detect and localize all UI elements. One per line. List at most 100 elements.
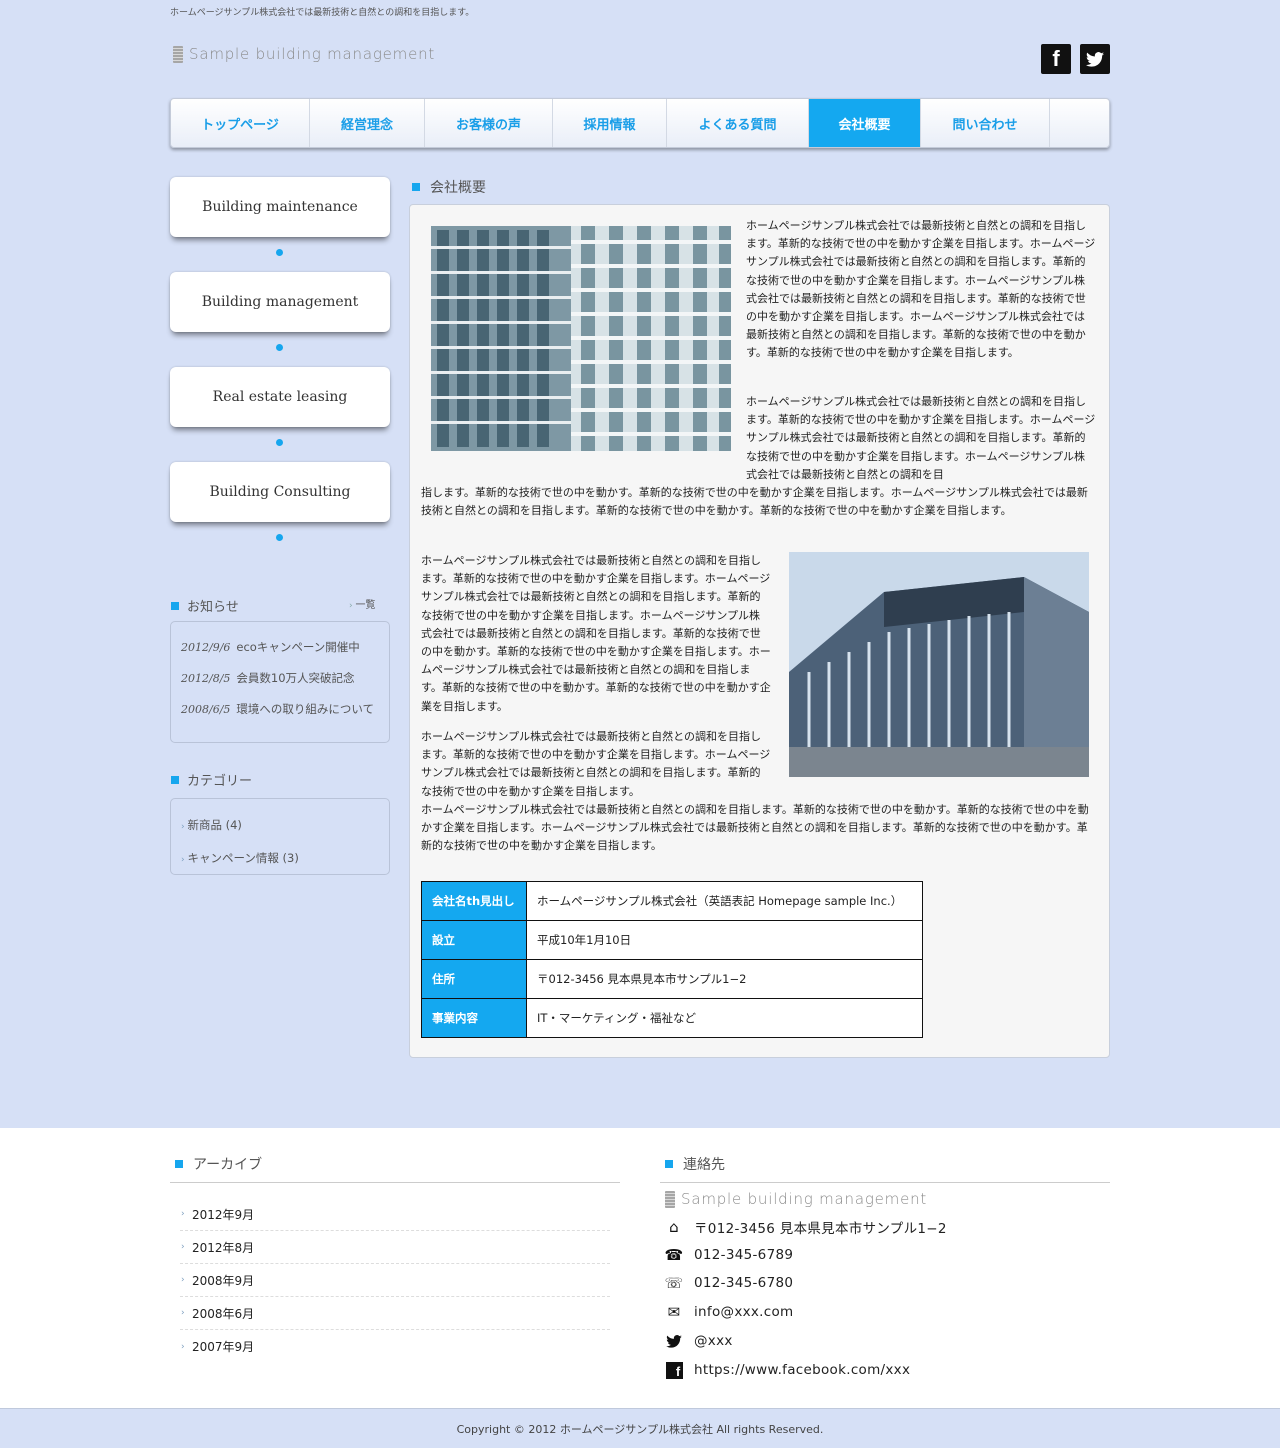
contact-tel: ☎ 012-345-6789 [664,1246,793,1264]
paragraph-4-full: ホームページサンプル株式会社では最新技術と自然との調和を目指します。革新的な技術… [421,803,1089,853]
site-tagline: ホームページサンプル株式会社では最新技術と自然との調和を目指します。 [170,8,475,18]
mail-icon: ✉ [667,1303,681,1321]
nav-item-empty [1050,99,1109,147]
category-item[interactable]: 新商品 (4) [181,817,241,833]
table-cell: ホームページサンプル株式会社（英語表記 Homepage sample Inc.… [526,881,923,921]
connector-dot [276,249,283,256]
category-heading: カテゴリー [171,770,252,789]
contact-twitter: @xxx [664,1332,733,1350]
home-icon: ⌂ [669,1218,679,1236]
connector-dot [276,344,283,351]
table-header-cell: 住所 [421,959,527,999]
building-facade-illustration [431,226,731,451]
phone-icon: ☎ [664,1246,684,1264]
news-date: 2008/6/5 [181,703,231,716]
nav-item-faq[interactable]: よくある質問 [667,99,809,147]
contact-heading: 連絡先 [660,1154,1110,1183]
facebook-icon[interactable]: f [1041,44,1071,74]
nav-item-company[interactable]: 会社概要 [809,99,921,147]
table-row: 住所 〒012-3456 見本県見本市サンプル1−2 [421,959,923,999]
contact-fax: ☏ 012-345-6780 [664,1274,793,1292]
facebook-icon: f [664,1361,684,1379]
table-row: 事業内容 IT・マーケティング・福祉など [421,998,923,1038]
paragraph-3: ホームページサンプル株式会社では最新技術と自然との調和を目指します。革新的な技術… [421,554,771,713]
square-bullet-icon [171,775,179,784]
archive-link-2008-06[interactable]: 2008年6月 [180,1297,610,1330]
nav-item-recruit[interactable]: 採用情報 [553,99,667,147]
nav-item-philosophy[interactable]: 経営理念 [310,99,425,147]
tower-illustration [789,552,1089,777]
twitter-icon [664,1332,684,1350]
archive-link-2008-09[interactable]: 2008年9月 [180,1264,610,1297]
contact-facebook: f https://www.facebook.com/xxx [664,1361,910,1379]
fax-icon: ☏ [664,1274,684,1292]
table-header-cell: 事業内容 [421,998,527,1038]
nav-item-top[interactable]: トップページ [171,99,310,147]
archive-link-2007-09[interactable]: 2007年9月 [180,1330,610,1363]
news-item[interactable]: 2008/6/5 環境への取り組みについて [181,700,376,719]
news-item[interactable]: 2012/9/6 ecoキャンペーン開催中 [181,638,376,657]
news-text: 会員数10万人突破記念 [236,671,355,685]
news-more-link[interactable]: 一覧 [349,596,375,611]
page-heading: 会社概要 [412,177,486,197]
footer-logo: Sample building management [665,1190,927,1208]
archive-title: アーカイブ [193,1157,263,1173]
square-bullet-icon [665,1160,673,1168]
service-building-maintenance[interactable]: Building maintenance [170,177,390,237]
footer-logo-text: Sample building management [681,1190,928,1208]
twitter-bird-glyph [666,1334,682,1348]
twitter-link[interactable]: @xxx [694,1333,733,1349]
category-panel: 新商品 (4) キャンペーン情報 (3) [170,798,390,875]
news-title: お知らせ [187,600,239,615]
table-header-cell: 設立 [421,920,527,960]
news-heading: お知らせ [171,596,239,615]
fax-text: 012-345-6780 [694,1275,794,1291]
company-info-table: 会社名th見出し ホームページサンプル株式会社（英語表記 Homepage sa… [421,881,923,1038]
copyright: Copyright © 2012 ホームページサンプル株式会社 All righ… [0,1408,1280,1448]
connector-dot [276,534,283,541]
table-row: 設立 平成10年1月10日 [421,920,923,960]
service-building-consulting[interactable]: Building Consulting [170,462,390,522]
paragraph-4-wrap: ホームページサンプル株式会社では最新技術と自然との調和を目指します。革新的な技術… [421,730,771,798]
nav-item-voices[interactable]: お客様の声 [425,99,553,147]
table-cell: IT・マーケティング・福祉など [526,998,923,1038]
archive-heading: アーカイブ [170,1154,620,1183]
nav-item-contact[interactable]: 問い合わせ [921,99,1050,147]
building-icon [665,1190,675,1208]
main-content: ホームページサンプル株式会社では最新技術と自然との調和を目指します。革新的な技術… [409,204,1110,1058]
news-panel: 2012/9/6 ecoキャンペーン開催中 2012/8/5 会員数10万人突破記念… [170,621,390,743]
global-nav: トップページ 経営理念 お客様の声 採用情報 よくある質問 会社概要 問い合わせ [170,98,1110,148]
news-item[interactable]: 2012/8/5 会員数10万人突破記念 [181,669,376,688]
tel-text[interactable]: 012-345-6789 [694,1247,793,1263]
news-text: 環境への取り組みについて [236,702,375,716]
news-date: 2012/9/6 [181,641,231,654]
archive-link-2012-08[interactable]: 2012年8月 [180,1231,610,1264]
category-item[interactable]: キャンペーン情報 (3) [181,850,298,866]
square-bullet-icon [412,183,420,191]
building-photo-1 [431,226,731,451]
archive-link-2012-09[interactable]: 2012年9月 [180,1198,610,1231]
service-real-estate-leasing[interactable]: Real estate leasing [170,367,390,427]
paragraph-2-wrap: ホームページサンプル株式会社では最新技術と自然との調和を目指します。革新的な技術… [746,395,1096,481]
table-header-cell: 会社名th見出し [421,881,527,921]
twitter-icon[interactable] [1080,44,1110,74]
category-title: カテゴリー [187,774,253,789]
twitter-bird-glyph [1086,51,1104,67]
email-link[interactable]: info@xxx.com [694,1304,794,1320]
paragraph-2-full: 指します。革新的な技術で世の中を動かす。革新的な技術で世の中を動かす企業を目指し… [421,486,1088,518]
table-cell: 〒012-3456 見本県見本市サンプル1−2 [526,959,923,999]
service-building-management[interactable]: Building management [170,272,390,332]
square-bullet-icon [175,1160,183,1168]
facebook-link[interactable]: https://www.facebook.com/xxx [694,1362,910,1378]
square-bullet-icon [171,601,179,610]
table-row: 会社名th見出し ホームページサンプル株式会社（英語表記 Homepage sa… [421,881,923,921]
contact-email: ✉ info@xxx.com [664,1303,794,1321]
footer: アーカイブ 2012年9月 2012年8月 2008年9月 2008年6月 20… [0,1128,1280,1408]
contact-title: 連絡先 [683,1157,725,1173]
page-title: 会社概要 [430,180,486,196]
news-date: 2012/8/5 [181,672,231,685]
building-icon [173,45,183,63]
news-text: ecoキャンペーン開催中 [236,640,360,654]
table-cell: 平成10年1月10日 [526,920,923,960]
site-logo[interactable]: Sample building management [173,45,435,63]
